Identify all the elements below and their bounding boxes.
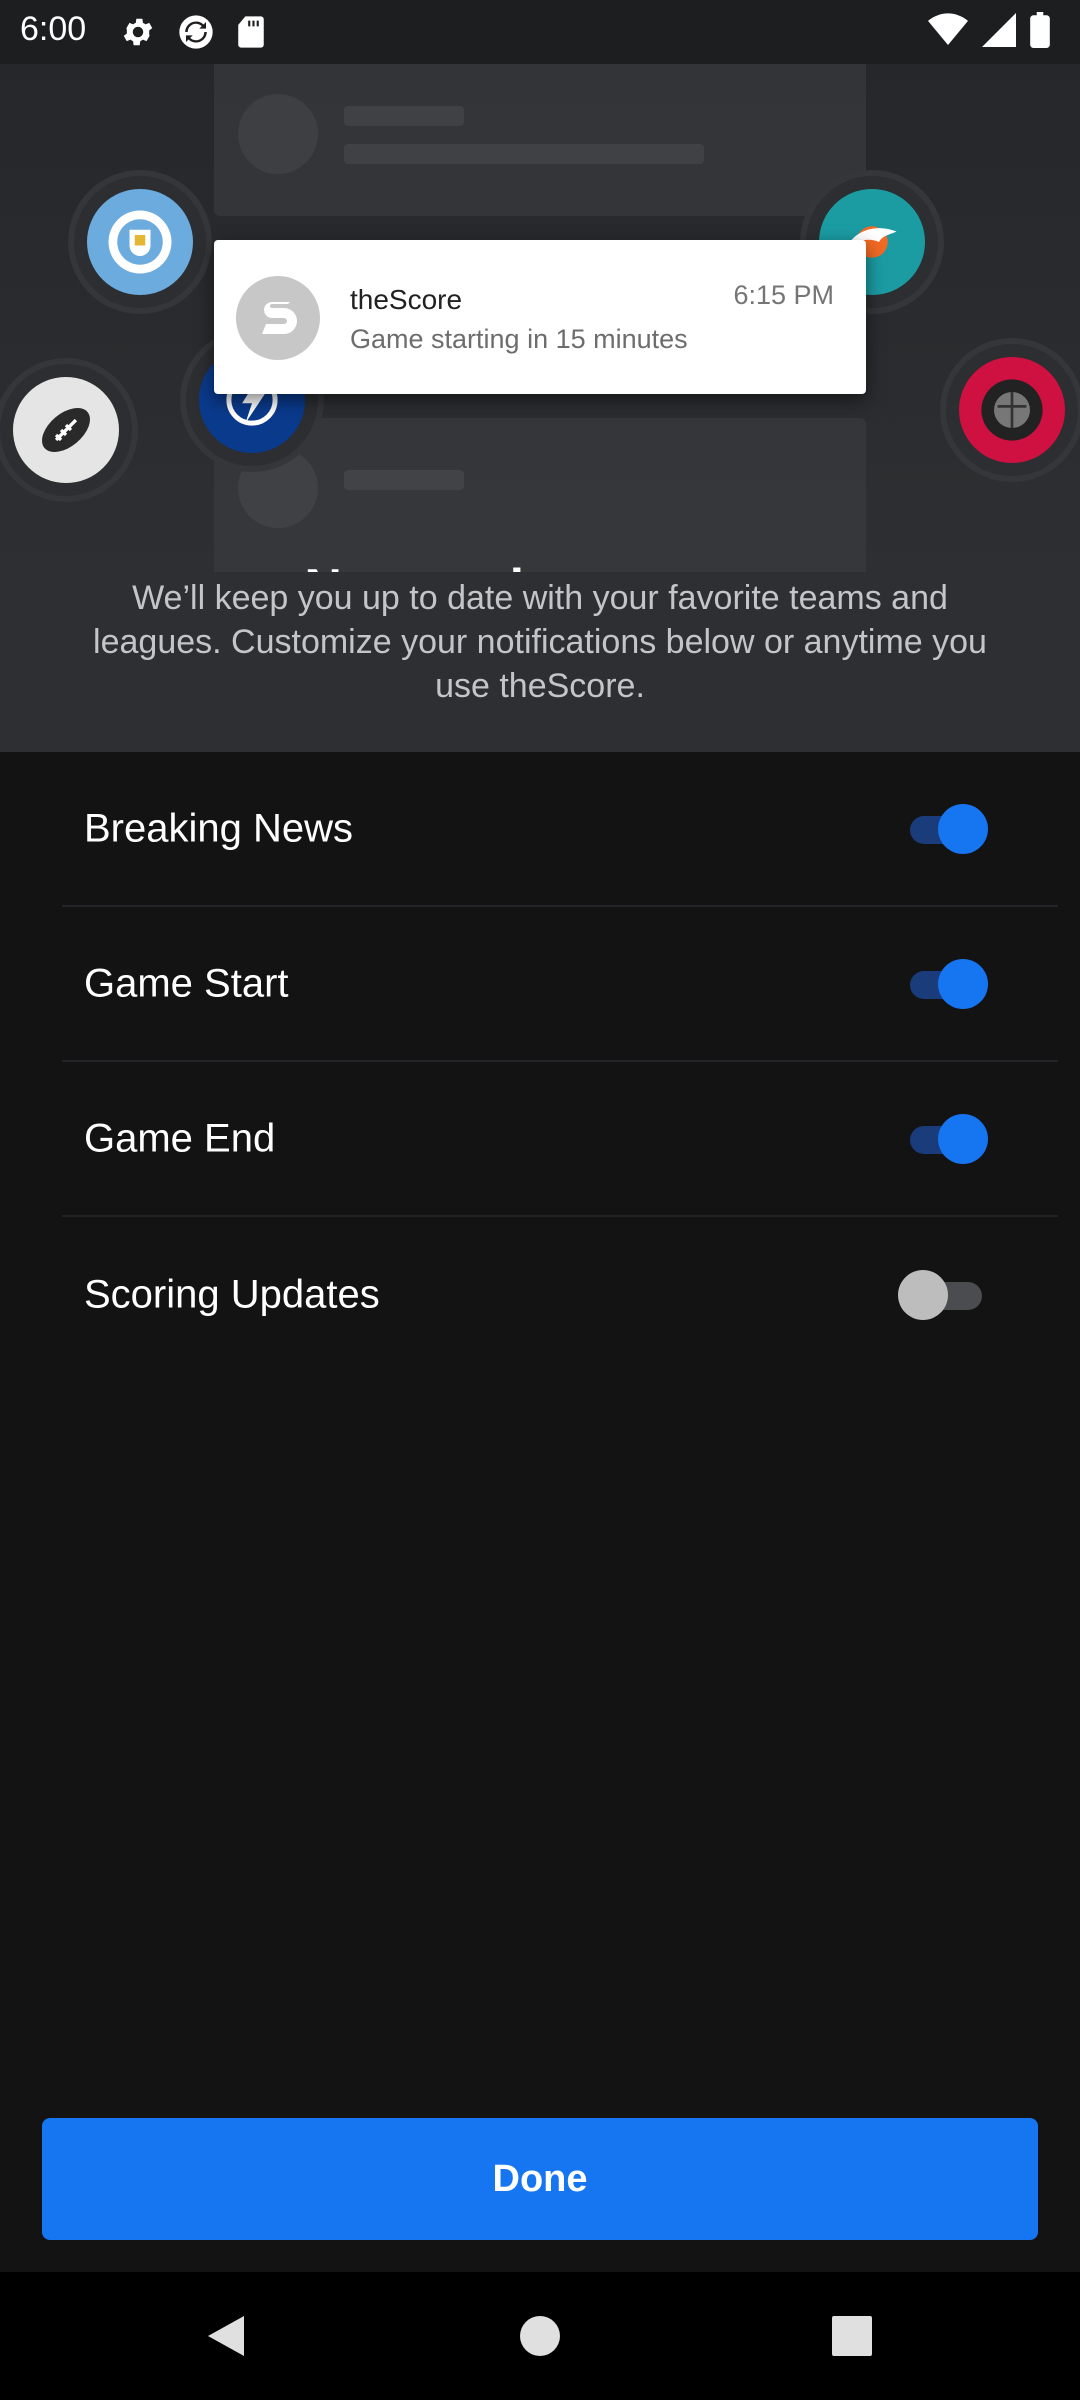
sync-icon bbox=[176, 12, 216, 57]
setting-label: Breaking News bbox=[84, 806, 354, 850]
breaking-news-toggle[interactable] bbox=[898, 799, 988, 859]
game-start-toggle[interactable] bbox=[898, 954, 988, 1014]
setting-label: Game End bbox=[84, 1116, 276, 1160]
setting-row-scoring-updates[interactable]: Scoring Updates bbox=[62, 1217, 1058, 1372]
back-icon[interactable] bbox=[156, 2272, 296, 2400]
scoring-updates-toggle[interactable] bbox=[898, 1265, 988, 1325]
description-band: We’ll keep you up to date with your favo… bbox=[0, 572, 1080, 752]
notification-time: 6:15 PM bbox=[733, 280, 834, 310]
thescore-logo bbox=[236, 276, 320, 360]
battery-icon bbox=[1030, 12, 1050, 53]
status-time: 6:00 bbox=[20, 10, 87, 48]
ghost-notification-top bbox=[214, 64, 866, 216]
recents-icon[interactable] bbox=[782, 2272, 922, 2400]
notification-app-name: theScore bbox=[350, 284, 463, 315]
thescore-logo-faded bbox=[238, 94, 318, 174]
setting-label: Scoring Updates bbox=[84, 1272, 380, 1316]
setting-row-breaking-news[interactable]: Breaking News bbox=[62, 752, 1058, 907]
navigation-bar bbox=[0, 2272, 1080, 2400]
status-bar: 6:00 bbox=[0, 0, 1080, 64]
ghost-notification-bottom bbox=[214, 418, 866, 572]
sd-card-icon bbox=[236, 15, 266, 54]
status-icons-right bbox=[928, 12, 1050, 53]
game-end-toggle[interactable] bbox=[898, 1109, 988, 1169]
done-button[interactable]: Done bbox=[42, 2118, 1038, 2240]
setting-label: Game Start bbox=[84, 961, 289, 1005]
setting-row-game-end[interactable]: Game End bbox=[62, 1062, 1058, 1217]
notification-message: Game starting in 15 minutes bbox=[350, 324, 688, 354]
notification-settings-list: Breaking News Game Start Game End Scorin… bbox=[0, 752, 1080, 1372]
page-description: We’ll keep you up to date with your favo… bbox=[93, 579, 987, 705]
home-icon[interactable] bbox=[470, 2272, 610, 2400]
gear-icon bbox=[120, 14, 156, 55]
wifi-icon bbox=[928, 13, 968, 52]
manchester-city-logo bbox=[74, 176, 206, 308]
page-title: Never miss a game bbox=[0, 558, 1080, 572]
status-icons-left bbox=[120, 12, 266, 57]
toronto-raptors-logo bbox=[946, 344, 1078, 476]
hero-illustration: theScore Game starting in 15 minutes 6:1… bbox=[0, 64, 1080, 572]
football-logo bbox=[0, 364, 132, 496]
setting-row-game-start[interactable]: Game Start bbox=[62, 907, 1058, 1062]
notification-preview: theScore Game starting in 15 minutes 6:1… bbox=[214, 240, 866, 394]
signal-icon bbox=[982, 13, 1016, 52]
